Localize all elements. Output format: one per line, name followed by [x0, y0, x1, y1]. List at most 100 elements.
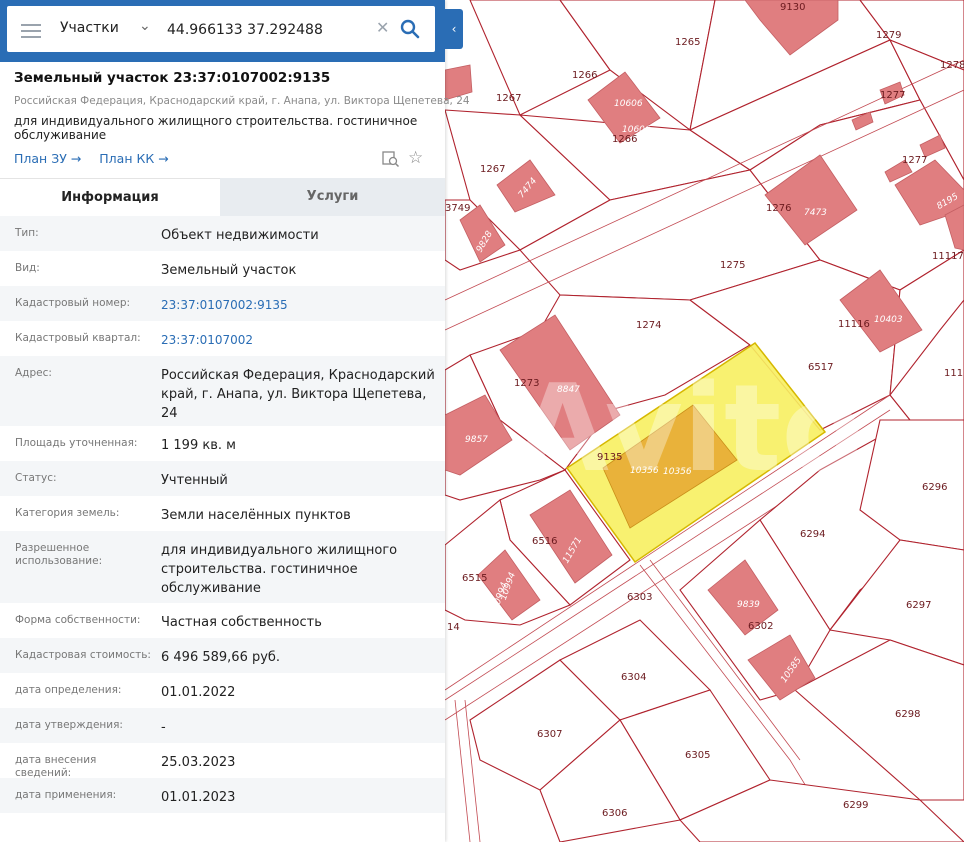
prop-value: 25.03.2023	[161, 755, 236, 770]
label-10606a: 10606	[614, 99, 643, 109]
star-icon[interactable]: ☆	[408, 148, 423, 168]
prop-row: Кадастровая стоимость: 6 496 589,66 руб.	[0, 638, 445, 673]
label-1276: 1276	[766, 203, 791, 214]
prop-label: Статус:	[15, 472, 57, 484]
label-1267a: 1267	[496, 93, 521, 104]
prop-label: Категория земель:	[15, 507, 120, 519]
search-icon[interactable]	[399, 18, 421, 40]
cadastral-number-link[interactable]: 23:37:0107002:9135	[161, 296, 436, 315]
label-6305: 6305	[685, 750, 710, 761]
label-6294: 6294	[800, 529, 825, 540]
prop-label: дата внесения сведений:	[15, 754, 97, 779]
label-9135: 9135	[597, 452, 622, 463]
label-10356b: 10356	[663, 467, 692, 477]
label-111: 111	[944, 368, 963, 379]
prop-row: Вид: Земельный участок	[0, 251, 445, 286]
label-1266b: 1266	[612, 134, 637, 145]
prop-label: Вид:	[15, 262, 40, 274]
plan-search-icon[interactable]	[382, 150, 400, 168]
label-11116: 11116	[838, 319, 870, 330]
prop-value: 01.01.2022	[161, 685, 236, 700]
label-1265: 1265	[675, 37, 700, 48]
prop-label: Кадастровый номер:	[15, 297, 131, 309]
label-10606b: 10606	[622, 125, 651, 135]
collapse-panel-button[interactable]: ‹	[445, 9, 463, 49]
label-6517: 6517	[808, 362, 833, 373]
watermark-logo: Avito	[516, 360, 864, 499]
prop-value: Земли населённых пунктов	[161, 508, 351, 523]
label-1279: 1279	[876, 30, 901, 41]
label-6304: 6304	[621, 672, 646, 683]
plan-kk-link[interactable]: План КК →	[99, 151, 168, 166]
property-list: Тип: Объект недвижимости Вид: Земельный уч…	[0, 216, 445, 813]
prop-value: Учтенный	[161, 473, 228, 488]
prop-row: Кадастровый номер: 23:37:0107002:9135	[0, 286, 445, 321]
prop-label: дата применения:	[15, 789, 117, 801]
tab-services[interactable]: Услуги	[220, 178, 445, 216]
label-6515: 6515	[462, 573, 487, 584]
prop-value: для индивидуального жилищного строительс…	[161, 543, 398, 596]
label-9839: 9839	[737, 600, 760, 610]
tab-info[interactable]: Информация	[0, 178, 220, 217]
prop-value: Частная собственность	[161, 615, 322, 630]
cadastral-block-link[interactable]: 23:37:0107002	[161, 331, 436, 350]
prop-value: 6 496 589,66 руб.	[161, 650, 281, 665]
label-10356a: 10356	[630, 466, 659, 476]
plan-zu-link[interactable]: План ЗУ →	[14, 151, 81, 166]
prop-label: Разрешенное использование:	[15, 542, 103, 567]
prop-row: Разрешенное использование: для индивидуал…	[0, 531, 445, 603]
search-bar: Участки ⌄ ✕	[0, 0, 445, 62]
plan-links: План ЗУ → План КК →	[14, 151, 183, 166]
label-6298: 6298	[895, 709, 920, 720]
label-3749: 3749	[445, 203, 470, 214]
prop-row: Статус: Учтенный	[0, 461, 445, 496]
prop-label: Кадастровая стоимость:	[15, 649, 151, 661]
search-input[interactable]	[165, 14, 379, 46]
label-1273: 1273	[514, 378, 539, 389]
prop-row: Площадь уточненная: 1 199 кв. м	[0, 426, 445, 461]
info-panel: Участки ⌄ ✕ Земельный участок 23:37:0107…	[0, 0, 470, 842]
search-box: Участки ⌄ ✕	[7, 6, 435, 52]
label-9130: 9130	[780, 2, 805, 13]
label-1275: 1275	[720, 260, 745, 271]
label-6307: 6307	[537, 729, 562, 740]
label-7473: 7473	[804, 208, 827, 218]
label-6306: 6306	[602, 808, 627, 819]
prop-row: Форма собственности: Частная собственност…	[0, 603, 445, 638]
prop-label: дата определения:	[15, 684, 122, 696]
prop-value: 1 199 кв. м	[161, 438, 236, 453]
prop-label: Форма собственности:	[15, 614, 141, 626]
label-6302: 6302	[748, 621, 773, 632]
label-9857: 9857	[465, 435, 488, 445]
prop-value: -	[161, 720, 166, 735]
label-10403: 10403	[874, 315, 903, 325]
label-8847: 8847	[557, 385, 580, 395]
prop-row: Кадастровый квартал: 23:37:0107002	[0, 321, 445, 356]
prop-row: дата внесения сведений: 25.03.2023	[0, 743, 445, 779]
prop-row: дата применения: 01.01.2023	[0, 778, 445, 813]
label-6303: 6303	[627, 592, 652, 603]
label-1267b: 1267	[480, 164, 505, 175]
parcel-title: Земельный участок 23:37:0107002:9135	[14, 70, 331, 86]
prop-row: дата определения: 01.01.2022	[0, 673, 445, 708]
close-icon[interactable]: ✕	[376, 18, 389, 37]
prop-value: 01.01.2023	[161, 790, 236, 805]
chevron-down-icon[interactable]: ⌄	[139, 18, 151, 34]
prop-label: Кадастровый квартал:	[15, 332, 141, 344]
prop-value: Российская Федерация, Краснодарский край…	[161, 368, 435, 421]
label-6297: 6297	[906, 600, 931, 611]
label-6296: 6296	[922, 482, 947, 493]
prop-label: Площадь уточненная:	[15, 437, 138, 449]
label-1274: 1274	[636, 320, 661, 331]
prop-label: Адрес:	[15, 367, 52, 379]
prop-row: Адрес: Российская Федерация, Краснодарски…	[0, 356, 445, 426]
prop-row: Категория земель: Земли населённых пункто…	[0, 496, 445, 531]
prop-row: Тип: Объект недвижимости	[0, 216, 445, 251]
label-1266a: 1266	[572, 70, 597, 81]
prop-label: дата утверждения:	[15, 719, 123, 731]
label-1277a: 1277	[880, 90, 905, 101]
search-mode-select[interactable]: Участки	[60, 20, 119, 36]
menu-icon[interactable]	[21, 20, 41, 38]
label-1277b: 1277	[902, 155, 927, 166]
label-6299: 6299	[843, 800, 868, 811]
